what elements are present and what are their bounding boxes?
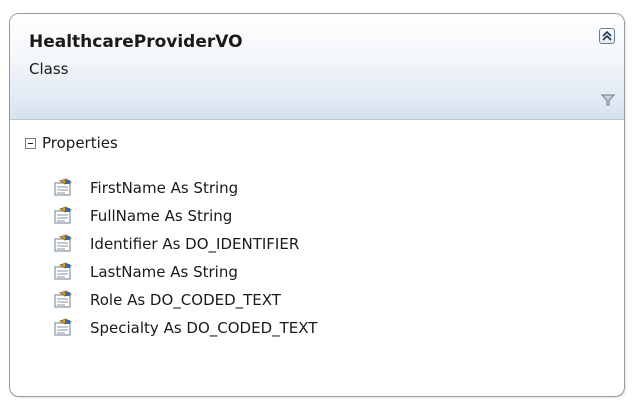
property-label: Identifier As DO_IDENTIFIER (90, 235, 300, 253)
property-label: Role As DO_CODED_TEXT (90, 291, 281, 309)
list-item[interactable]: Specialty As DO_CODED_TEXT (53, 314, 317, 342)
property-icon (54, 206, 72, 224)
list-item[interactable]: Role As DO_CODED_TEXT (53, 286, 317, 314)
minus-icon[interactable] (25, 137, 36, 149)
list-item[interactable]: FirstName As String (53, 174, 317, 202)
class-header: HealthcareProviderVO Class (10, 14, 624, 120)
double-chevron-up-icon (602, 31, 612, 41)
property-icon (54, 178, 72, 196)
property-icon (54, 318, 72, 336)
property-icon (54, 290, 72, 308)
class-name: HealthcareProviderVO (29, 32, 243, 52)
properties-section-header[interactable]: Properties (25, 133, 118, 153)
property-icon (54, 234, 72, 252)
property-label: LastName As String (90, 263, 238, 281)
property-label: Specialty As DO_CODED_TEXT (90, 319, 318, 337)
filter-icon[interactable] (601, 93, 615, 107)
class-shape[interactable]: HealthcareProviderVO Class Properties Fi… (9, 13, 625, 397)
property-label: FullName As String (90, 207, 233, 225)
class-kind: Class (29, 60, 69, 78)
list-item[interactable]: Identifier As DO_IDENTIFIER (53, 230, 317, 258)
property-label: FirstName As String (90, 179, 239, 197)
list-item[interactable]: FullName As String (53, 202, 317, 230)
properties-list: FirstName As String FullName As String I… (53, 174, 317, 342)
collapse-button[interactable] (599, 28, 615, 44)
list-item[interactable]: LastName As String (53, 258, 317, 286)
property-icon (54, 262, 72, 280)
properties-section-title: Properties (42, 134, 118, 152)
